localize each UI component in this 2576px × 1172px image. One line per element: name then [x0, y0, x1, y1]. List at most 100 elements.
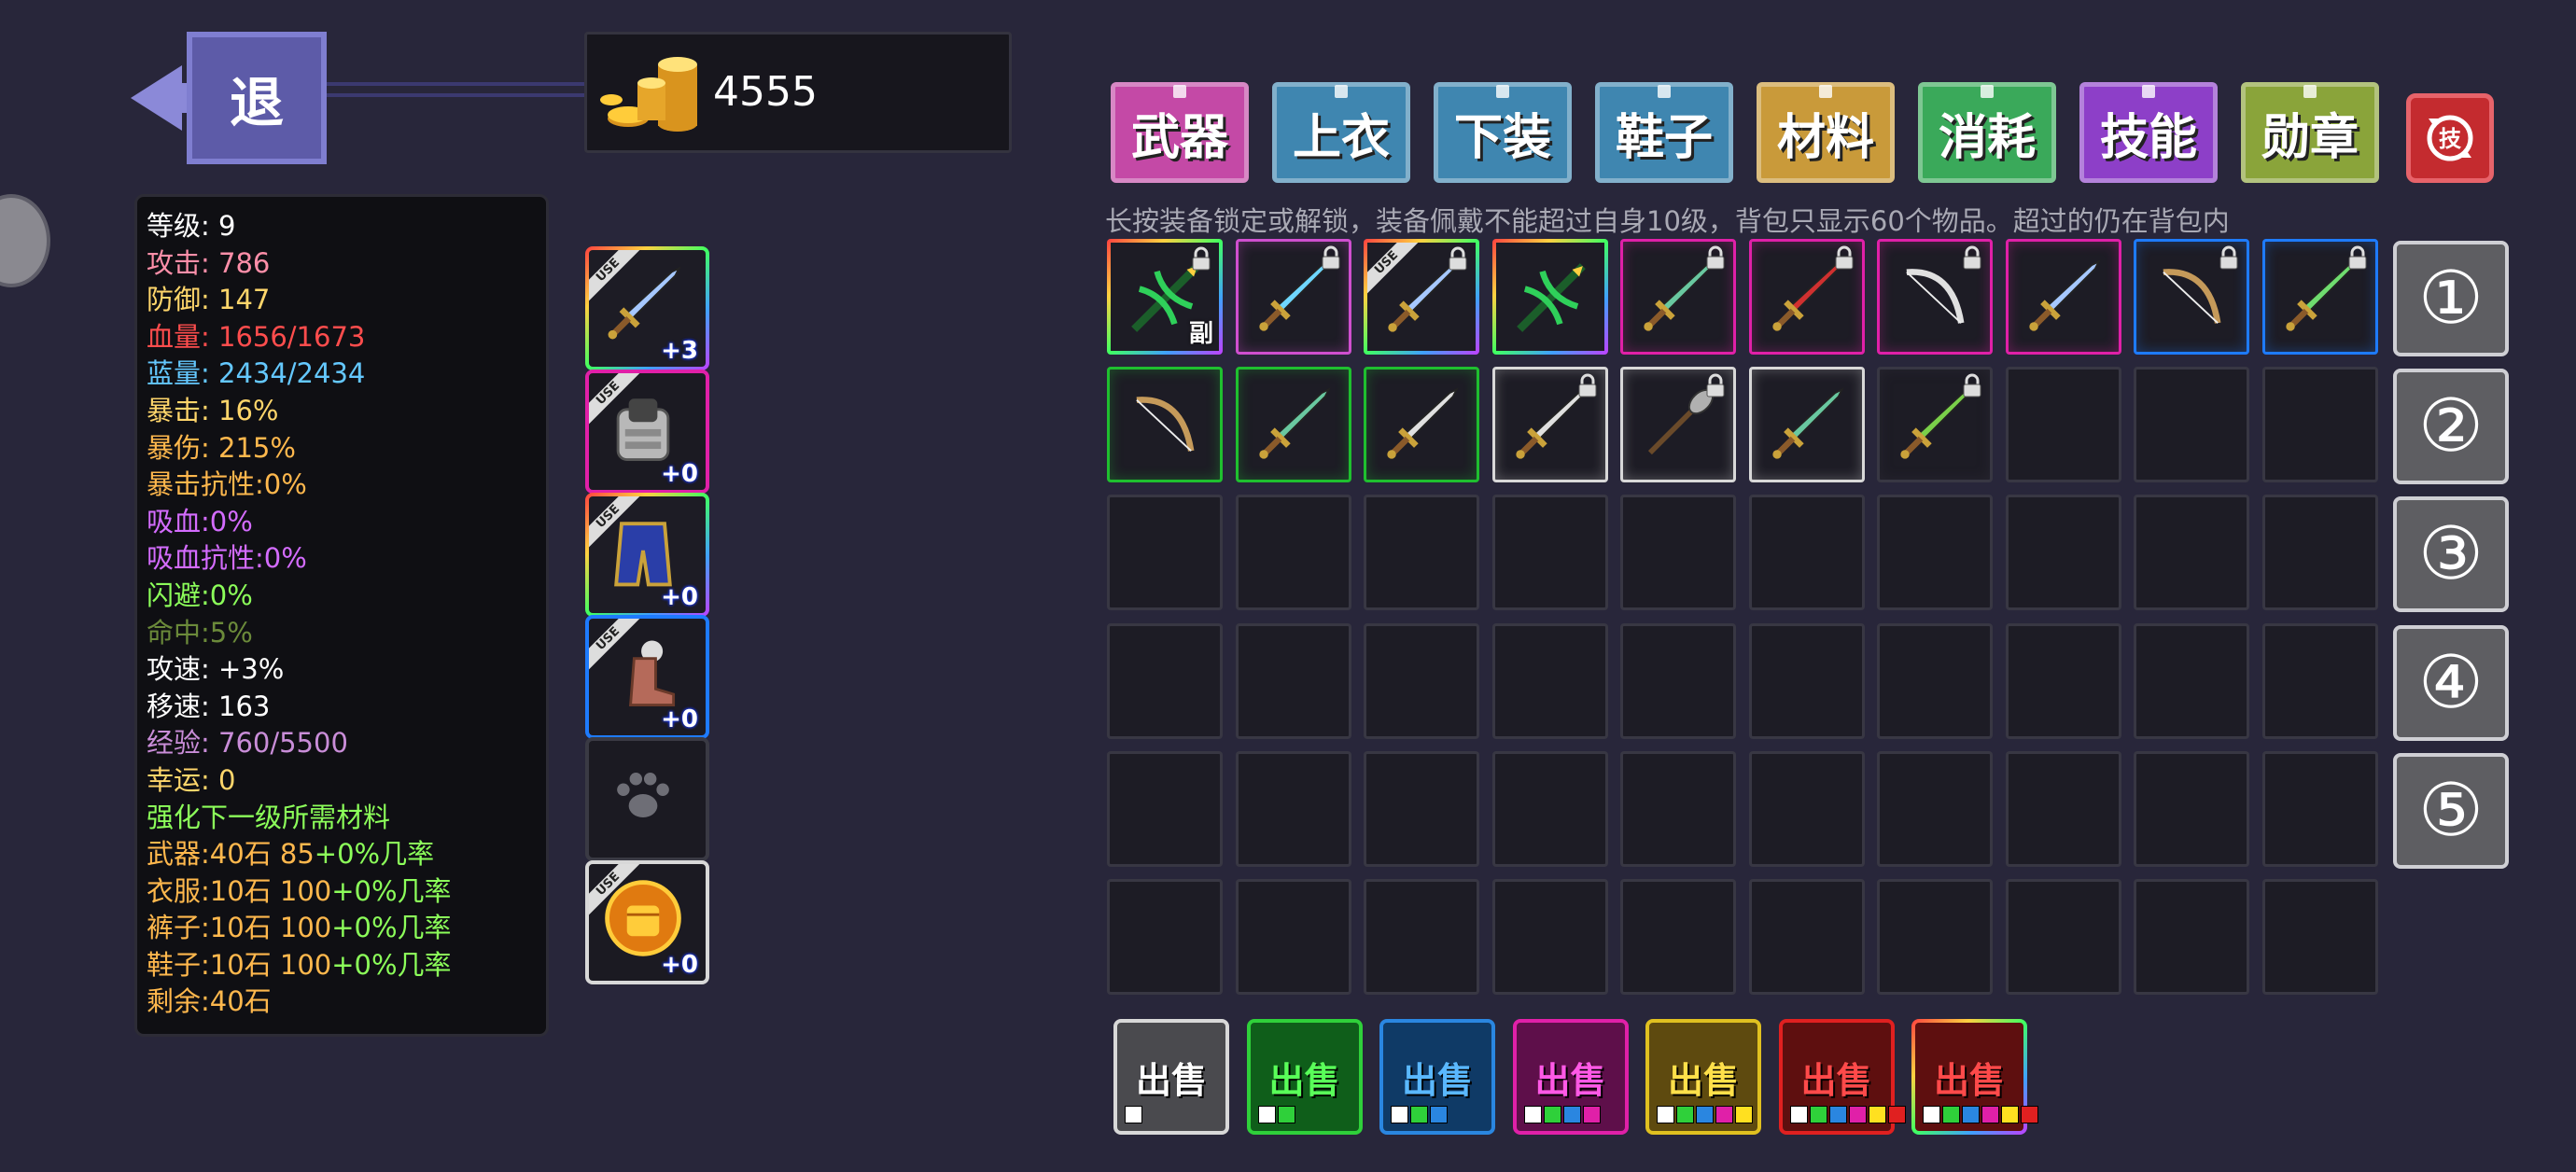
inventory-slot[interactable]: [1620, 239, 1736, 355]
tab-gem-icon: [1658, 85, 1671, 98]
inventory-slot[interactable]: [1620, 879, 1736, 995]
tab-1[interactable]: 上衣: [1272, 82, 1410, 183]
side-menu-handle[interactable]: [0, 194, 50, 287]
page-button-5[interactable]: ⑤: [2393, 752, 2509, 869]
inventory-slot[interactable]: [1107, 495, 1223, 611]
inventory-slot[interactable]: [1492, 239, 1608, 355]
tab-3[interactable]: 鞋子: [1595, 82, 1733, 183]
inventory-slot[interactable]: [1877, 879, 1993, 995]
inventory-slot[interactable]: [1235, 879, 1351, 995]
inventory-slot[interactable]: [1491, 495, 1608, 611]
inventory-slot[interactable]: [1620, 750, 1736, 867]
inventory-slot[interactable]: [2134, 879, 2249, 995]
inventory-slot[interactable]: [1364, 750, 1479, 867]
inventory-slot[interactable]: [2134, 750, 2249, 867]
sell-button-6[interactable]: 出售: [1911, 1019, 2038, 1135]
inventory-slot[interactable]: [2005, 367, 2121, 483]
sell-button-3[interactable]: 出售: [1512, 1019, 1629, 1135]
inventory-slot[interactable]: [1748, 622, 1865, 739]
inventory-slot[interactable]: [1235, 367, 1351, 483]
inventory-slot[interactable]: [1877, 367, 1993, 483]
inventory-slot[interactable]: [2134, 495, 2249, 611]
inventory-slot[interactable]: [1235, 750, 1351, 867]
sell-button-5[interactable]: 出售: [1778, 1019, 1906, 1135]
inventory-slot[interactable]: [1620, 622, 1736, 739]
inventory-slot[interactable]: [1235, 239, 1351, 355]
enhance-level: +0: [661, 583, 698, 611]
equip-slot-pants[interactable]: USE +0: [585, 493, 709, 617]
tab-4[interactable]: 材料: [1757, 82, 1895, 183]
inventory-slot[interactable]: [2261, 622, 2378, 739]
sell-button-2[interactable]: 出售: [1379, 1019, 1495, 1135]
inventory-slot[interactable]: [1748, 239, 1865, 355]
page-button-4[interactable]: ④: [2393, 624, 2509, 741]
inventory-slot[interactable]: [1877, 622, 1993, 739]
inventory-slot[interactable]: [2261, 239, 2378, 355]
back-button[interactable]: 退: [131, 32, 327, 167]
rarity-square: [1887, 1106, 1906, 1123]
page-button-1[interactable]: ①: [2393, 241, 2509, 356]
inventory-slot[interactable]: USE: [1364, 239, 1479, 355]
equip-slot-pet[interactable]: [585, 737, 709, 861]
tab-6[interactable]: 技能: [2079, 82, 2218, 183]
inventory-slot[interactable]: [1748, 367, 1865, 483]
inventory-slot[interactable]: [1620, 367, 1736, 483]
lock-icon: [1706, 373, 1725, 398]
inventory-slot[interactable]: [1235, 495, 1351, 611]
inventory-slot[interactable]: [2005, 495, 2121, 611]
inventory-slot[interactable]: [1364, 879, 1479, 995]
inventory-slot[interactable]: [2005, 622, 2121, 739]
sell-button-4[interactable]: 出售: [1645, 1019, 1761, 1135]
equip-slot-armor[interactable]: USE +0: [585, 370, 709, 494]
stat-line: 等级: 9: [147, 210, 236, 242]
equip-slot-skill[interactable]: USE +0: [585, 860, 709, 984]
inventory-slot[interactable]: [2261, 879, 2378, 995]
inventory-slot[interactable]: [1364, 495, 1479, 611]
stat-line: 经验: 760/5500: [147, 727, 348, 760]
inventory-slot[interactable]: [1748, 495, 1865, 611]
tab-label: 鞋子: [1615, 109, 1713, 166]
page-button-3[interactable]: ③: [2393, 496, 2509, 613]
tab-0[interactable]: 武器: [1111, 82, 1249, 183]
inventory-slot[interactable]: [2005, 879, 2121, 995]
inventory-slot[interactable]: [2261, 495, 2378, 611]
inventory-slot[interactable]: [1877, 750, 1993, 867]
inventory-slot[interactable]: [1107, 367, 1223, 483]
inventory-slot[interactable]: [1877, 239, 1993, 355]
inventory-slot[interactable]: [2134, 239, 2249, 355]
inventory-slot[interactable]: [2134, 622, 2249, 739]
equip-slot-boots[interactable]: USE +0: [585, 615, 709, 739]
gold-amount: 4555: [713, 68, 818, 116]
inventory-slot[interactable]: [2005, 750, 2121, 867]
inventory-slot[interactable]: [1364, 622, 1479, 739]
tab-7[interactable]: 勋章: [2241, 82, 2379, 183]
inventory-slot[interactable]: [1364, 367, 1479, 483]
inventory-slot[interactable]: [2261, 750, 2378, 867]
inventory-slot[interactable]: [1748, 879, 1865, 995]
inventory-slot[interactable]: [2134, 367, 2249, 483]
refresh-skill-button[interactable]: 技: [2406, 93, 2494, 183]
inventory-slot[interactable]: [1235, 622, 1351, 739]
inventory-slot[interactable]: [1491, 879, 1608, 995]
page-button-2[interactable]: ②: [2393, 369, 2509, 485]
sell-button-1[interactable]: 出售: [1246, 1019, 1363, 1135]
inventory-slot[interactable]: [1107, 750, 1223, 867]
inventory-notice: 长按装备锁定或解锁，装备佩戴不能超过自身10级，背包只显示60个物品。超过的仍在…: [1105, 205, 2230, 237]
inventory-slot[interactable]: [1107, 879, 1223, 995]
tab-5[interactable]: 消耗: [1918, 82, 2056, 183]
inventory-slot[interactable]: 副: [1107, 239, 1223, 355]
inventory-slot[interactable]: [1491, 750, 1608, 867]
inventory-slot[interactable]: [2261, 367, 2378, 483]
inventory-slot[interactable]: [1491, 367, 1608, 483]
inventory-slot[interactable]: [1620, 495, 1736, 611]
material-label: 武器:40石 85: [147, 838, 315, 871]
inventory-slot[interactable]: [1107, 622, 1223, 739]
inventory-slot[interactable]: [1748, 750, 1865, 867]
inventory-slot[interactable]: [1491, 622, 1608, 739]
tab-2[interactable]: 下装: [1434, 82, 1572, 183]
sell-button-0[interactable]: 出售: [1113, 1019, 1229, 1135]
equip-slot-weapon[interactable]: USE +3: [585, 246, 709, 370]
inventory-slot[interactable]: [2005, 239, 2121, 355]
rarity-square: [1562, 1106, 1581, 1123]
inventory-slot[interactable]: [1877, 495, 1993, 611]
